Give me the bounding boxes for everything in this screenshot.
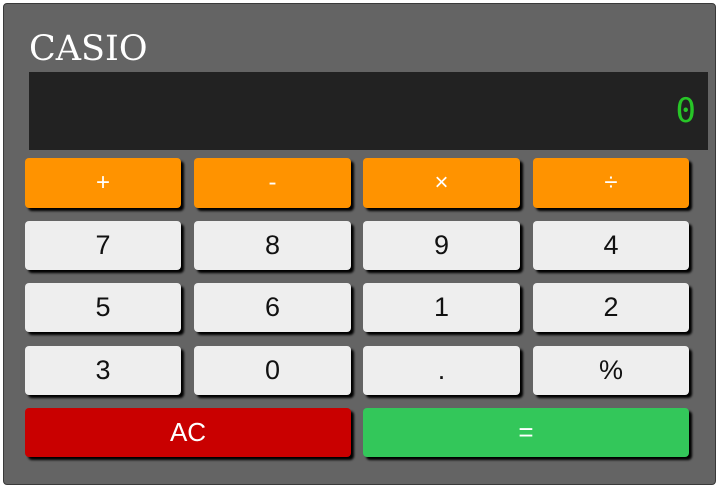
decimal-button[interactable]: . [363, 346, 520, 395]
digit-9-button[interactable]: 9 [363, 221, 520, 270]
display-value: 0 [675, 91, 696, 131]
clear-button[interactable]: AC [25, 408, 351, 457]
digit-2-button[interactable]: 2 [533, 283, 689, 332]
digit-4-button[interactable]: 4 [533, 221, 689, 270]
divide-button[interactable]: ÷ [533, 158, 689, 208]
digit-1-button[interactable]: 1 [363, 283, 520, 332]
percent-button[interactable]: % [533, 346, 689, 395]
digit-8-button[interactable]: 8 [194, 221, 351, 270]
subtract-button[interactable]: - [194, 158, 351, 208]
brand-logo: CASIO [29, 29, 148, 69]
digit-5-button[interactable]: 5 [25, 283, 181, 332]
digit-6-button[interactable]: 6 [194, 283, 351, 332]
multiply-button[interactable]: × [363, 158, 520, 208]
digit-0-button[interactable]: 0 [194, 346, 351, 395]
add-button[interactable]: + [25, 158, 181, 208]
display: 0 [29, 72, 708, 150]
digit-7-button[interactable]: 7 [25, 221, 181, 270]
digit-3-button[interactable]: 3 [25, 346, 181, 395]
equals-button[interactable]: = [363, 408, 689, 457]
